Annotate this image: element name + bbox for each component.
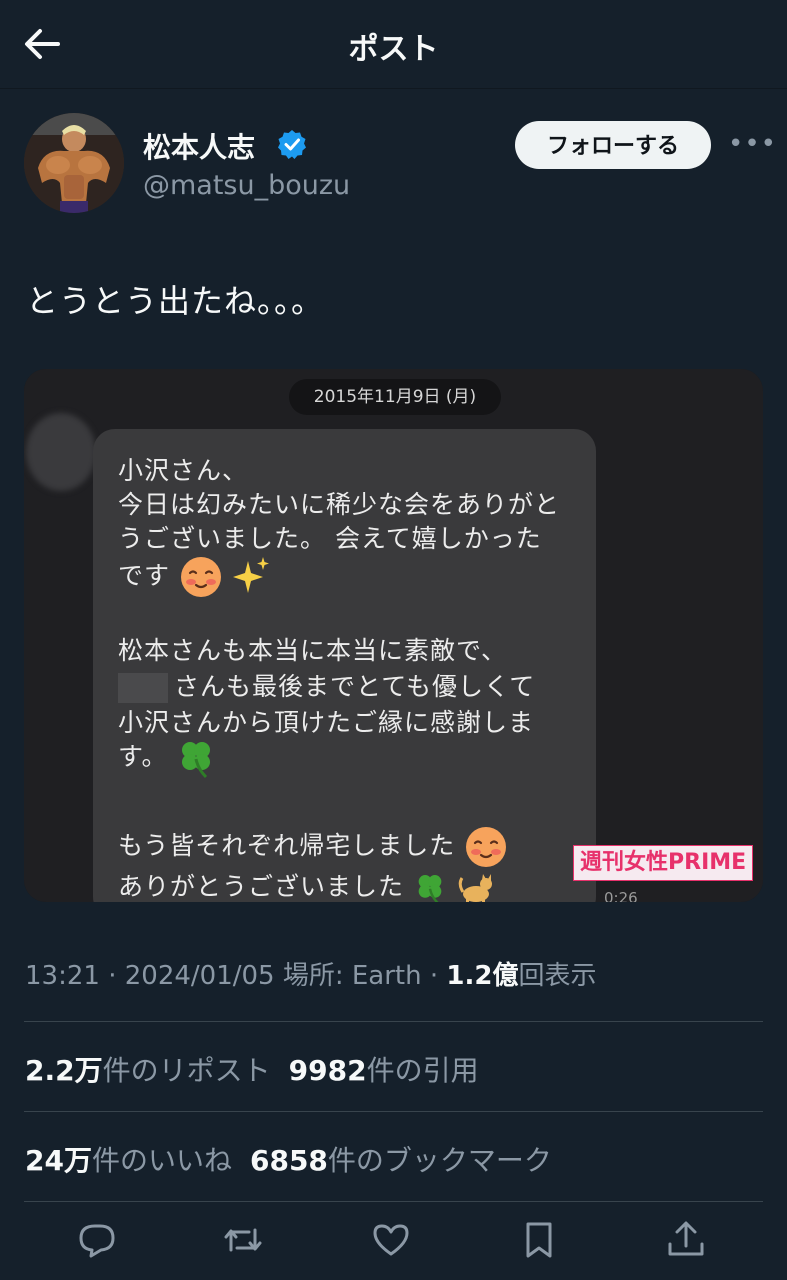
separator: · — [108, 961, 125, 991]
top-bar: ポスト — [0, 0, 787, 88]
bookmarks-label: 件のブックマーク — [327, 1144, 552, 1177]
likes-link[interactable]: 24万件のいいね — [25, 1144, 232, 1177]
message-line: 松本さんも本当に本当に素敵で、 — [118, 636, 508, 665]
divider — [24, 1201, 763, 1202]
quotes-label: 件の引用 — [366, 1054, 479, 1087]
repost-icon[interactable] — [221, 1218, 265, 1262]
stats-row-reposts: 2.2万件のリポスト 9982件の引用 — [25, 1049, 479, 1089]
message-line: 小沢さんから頂けたご縁に感謝しま — [118, 708, 535, 737]
four-leaf-clover-emoji-icon — [182, 742, 211, 779]
page-title: ポスト — [348, 32, 439, 67]
smiling-face-emoji-icon — [466, 827, 507, 867]
views-label: 回表示 — [518, 961, 597, 991]
chat-screenshot: 2015年11月9日 (月) 小沢さん、 今日は幻みたいに稀少な会をありがと う… — [24, 369, 763, 902]
tweet-meta: 13:21 · 2024/01/05 場所: Earth · 1.2億回表示 — [25, 955, 596, 992]
likes-label: 件のいいね — [91, 1144, 232, 1177]
follow-button[interactable]: フォローする — [515, 121, 711, 169]
bookmarks-link[interactable]: 6858件のブックマーク — [250, 1144, 552, 1177]
message-line: 小沢さん、 — [118, 456, 249, 485]
reposts-link[interactable]: 2.2万件のリポスト — [25, 1054, 271, 1087]
verified-badge-icon — [278, 130, 306, 159]
bookmark-icon[interactable] — [517, 1218, 561, 1262]
four-leaf-clover-emoji-icon — [418, 875, 442, 902]
message-line-with-emoji: す。 — [118, 737, 216, 779]
views-count: 1.2億 — [446, 961, 519, 991]
tweet-media[interactable]: 2015年11月9日 (月) 小沢さん、 今日は幻みたいに稀少な会をありがと う… — [24, 369, 763, 902]
message-text: さんも最後までとても優しくて — [174, 672, 536, 701]
share-icon[interactable] — [664, 1218, 708, 1262]
sparkles-emoji-icon — [232, 557, 269, 593]
divider — [24, 1021, 763, 1022]
separator: · — [429, 961, 447, 991]
avatar[interactable] — [24, 113, 124, 213]
avatar-image — [24, 113, 124, 213]
message-line-with-emoji: ありがとうございました — [118, 867, 496, 902]
stats-row-likes: 24万件のいいね 6858件のブックマーク — [25, 1139, 552, 1179]
like-heart-icon[interactable] — [369, 1218, 413, 1262]
bookmarks-count: 6858 — [249, 1144, 328, 1177]
user-handle[interactable]: @matsu_bouzu — [143, 170, 350, 201]
cat-emoji-icon — [458, 874, 492, 902]
reply-icon[interactable] — [75, 1218, 119, 1262]
likes-count: 24万 — [25, 1144, 92, 1177]
tweet-text: とうとう出たね。。。 — [26, 282, 325, 320]
tweet-location: 場所: Earth — [282, 961, 422, 991]
header-divider — [0, 88, 787, 89]
quotes-link[interactable]: 9982件の引用 — [289, 1054, 479, 1087]
message-line: 今日は幻みたいに稀少な会をありがと — [118, 490, 561, 519]
chat-date: 2015年11月9日 (月) — [289, 379, 501, 415]
message-text: です — [118, 561, 171, 590]
divider — [24, 1111, 763, 1112]
reposts-label: 件のリポスト — [102, 1054, 271, 1087]
message-text: す。 — [118, 742, 168, 771]
message-line-with-emoji: もう皆それぞれ帰宅しました — [118, 825, 508, 869]
message-line-with-emoji: です — [118, 555, 272, 599]
more-options-icon[interactable]: ••• — [728, 131, 776, 157]
message-time: 0:26 — [604, 889, 638, 902]
watermark: 週刊女性PRIME — [573, 845, 754, 881]
tweet-date: 2024/01/05 — [124, 961, 275, 991]
message-line: うございました。 会えて嬉しかった — [118, 524, 542, 553]
sender-avatar — [26, 413, 96, 491]
message-text: ありがとうございました — [118, 872, 405, 901]
message-line-with-redaction: さんも最後までとても優しくて — [118, 667, 535, 703]
tweet-time: 13:21 — [25, 961, 100, 991]
smiling-face-emoji-icon — [180, 557, 221, 597]
message-text: もう皆それぞれ帰宅しました — [118, 831, 456, 860]
reposts-count: 2.2万 — [25, 1054, 103, 1087]
action-bar — [0, 1218, 787, 1280]
redacted-name — [118, 673, 168, 703]
display-name[interactable]: 松本人志 — [143, 126, 255, 166]
quotes-count: 9982 — [288, 1054, 367, 1087]
